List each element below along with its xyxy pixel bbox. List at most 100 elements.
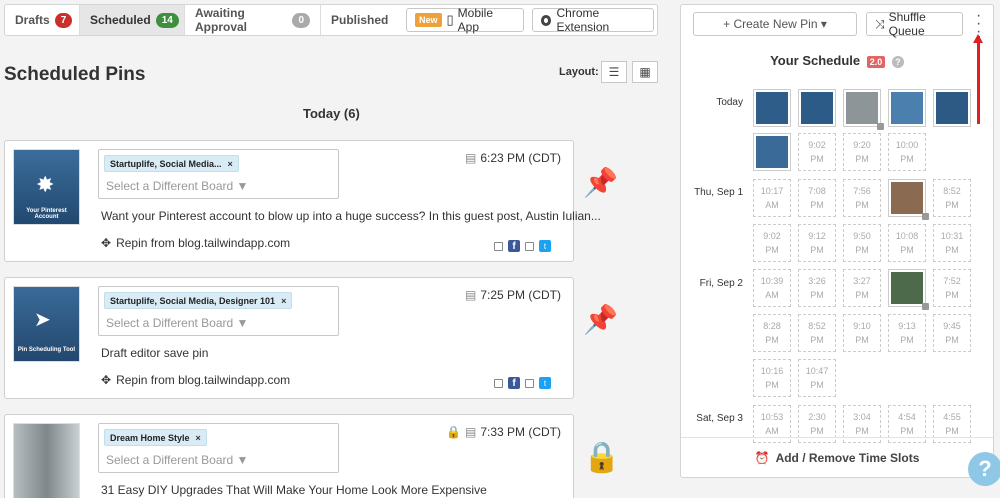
time-slot[interactable]: 10:00 PM bbox=[888, 133, 926, 171]
time-slot[interactable]: 3:26 PM bbox=[798, 269, 836, 307]
list-icon: ☰ bbox=[608, 65, 620, 79]
page-title: Scheduled Pins bbox=[4, 64, 146, 85]
schedule-title: Your Schedule 2.0 ? bbox=[681, 53, 993, 68]
time-slot[interactable]: 8:28 PM bbox=[753, 314, 791, 352]
chrome-icon bbox=[541, 14, 552, 26]
new-badge: New bbox=[415, 13, 442, 27]
time-slot[interactable]: 8:52 PM bbox=[933, 179, 971, 217]
pin-description[interactable]: 31 Easy DIY Upgrades That Will Make Your… bbox=[101, 483, 487, 497]
remove-board-icon[interactable]: × bbox=[196, 433, 201, 443]
time-slot[interactable]: 9:13 PM bbox=[888, 314, 926, 352]
remove-board-icon[interactable]: × bbox=[281, 296, 286, 306]
pin-time[interactable]: 🔒 ▤ 7:33 PM (CDT) bbox=[446, 425, 561, 439]
count-badge: 7 bbox=[54, 12, 73, 28]
facebook-icon: f bbox=[508, 377, 520, 389]
lock-icon: 🔒 bbox=[446, 425, 461, 439]
board-selector[interactable]: Dream Home Style × Select a Different Bo… bbox=[98, 423, 339, 473]
time-slot[interactable]: 9:50 PM bbox=[843, 224, 881, 262]
create-new-pin-button[interactable]: + Create New Pin ▾ bbox=[693, 12, 857, 36]
pin-time-value: 6:23 PM (CDT) bbox=[480, 151, 561, 165]
twitter-share-checkbox[interactable] bbox=[525, 241, 534, 251]
pin-description[interactable]: Draft editor save pin bbox=[101, 346, 208, 360]
pushpin-icon: ✥ bbox=[101, 236, 112, 250]
time-slot[interactable]: 9:12 PM bbox=[798, 224, 836, 262]
pin-time[interactable]: ▤ 6:23 PM (CDT) bbox=[465, 151, 561, 165]
twitter-share-checkbox[interactable] bbox=[525, 378, 534, 388]
facebook-share-checkbox[interactable] bbox=[494, 378, 503, 388]
tab-awaiting-approval[interactable]: Awaiting Approval 0 bbox=[185, 5, 321, 35]
pin-time-value: 7:33 PM (CDT) bbox=[480, 425, 561, 439]
lock-icon[interactable]: 🔒 bbox=[583, 440, 620, 475]
board-chip: Startuplife, Social Media, Designer 101 … bbox=[104, 292, 293, 309]
calendar-icon: ▤ bbox=[464, 425, 477, 439]
tab-label: Published bbox=[331, 13, 389, 27]
time-slot[interactable]: 10:08 PM bbox=[888, 224, 926, 262]
alarm-clock-icon: ⏰ bbox=[754, 450, 770, 465]
scheduled-pin-thumb[interactable] bbox=[888, 179, 929, 220]
tab-scheduled[interactable]: Scheduled 14 bbox=[80, 5, 185, 35]
board-placeholder: Select a Different Board ▼ bbox=[106, 316, 249, 330]
tab-drafts[interactable]: Drafts 7 bbox=[5, 5, 80, 35]
scheduled-pin-thumb[interactable] bbox=[843, 89, 884, 130]
day-label-today: Today bbox=[716, 97, 743, 108]
help-icon[interactable]: ? bbox=[891, 56, 904, 68]
tab-published[interactable]: Published bbox=[321, 5, 396, 35]
time-slot[interactable]: 9:20 PM bbox=[843, 133, 881, 171]
repin-label: Repin from blog.tailwindapp.com bbox=[116, 236, 291, 250]
scheduled-pin-thumb[interactable] bbox=[798, 89, 836, 127]
time-slot[interactable]: 10:16 PM bbox=[753, 359, 791, 397]
scheduled-pin-thumb[interactable] bbox=[753, 89, 791, 127]
time-slot[interactable]: 9:10 PM bbox=[843, 314, 881, 352]
time-slot[interactable]: 7:08 PM bbox=[798, 179, 836, 217]
layout-label: Layout: bbox=[559, 66, 599, 78]
pin-thumbnail[interactable]: ➤ Pin Scheduling Tool bbox=[13, 286, 80, 362]
time-slot[interactable]: 9:02 PM bbox=[753, 224, 791, 262]
board-placeholder: Select a Different Board ▼ bbox=[106, 453, 249, 467]
chrome-extension-button[interactable]: Chrome Extension bbox=[532, 6, 654, 34]
grid-layout-button[interactable]: ▦ bbox=[632, 61, 658, 83]
board-selector[interactable]: Startuplife, Social Media, Designer 101 … bbox=[98, 286, 339, 336]
help-chat-button[interactable]: ? bbox=[968, 452, 1000, 486]
drag-pin-icon[interactable]: 📌 bbox=[583, 166, 618, 199]
phone-icon: ▯ bbox=[446, 12, 454, 27]
lock-icon bbox=[922, 303, 929, 310]
scheduled-pin-thumb[interactable] bbox=[933, 89, 971, 127]
mobile-app-button[interactable]: New ▯ Mobile App bbox=[406, 6, 524, 34]
megaphone-icon: ➤ bbox=[34, 309, 51, 331]
time-slot[interactable]: 7:56 PM bbox=[843, 179, 881, 217]
time-slot[interactable]: 10:47 PM bbox=[798, 359, 836, 397]
calendar-icon: ▤ bbox=[464, 288, 477, 302]
pin-thumbnail[interactable] bbox=[13, 423, 80, 498]
facebook-share-checkbox[interactable] bbox=[494, 241, 503, 251]
scheduled-pin-thumb[interactable] bbox=[888, 89, 926, 127]
board-placeholder: Select a Different Board ▼ bbox=[106, 179, 249, 193]
time-slot[interactable]: 9:45 PM bbox=[933, 314, 971, 352]
time-slot[interactable]: 7:52 PM bbox=[933, 269, 971, 307]
pin-description[interactable]: Want your Pinterest account to blow up i… bbox=[101, 209, 601, 223]
count-badge: 0 bbox=[292, 12, 310, 28]
remove-board-icon[interactable]: × bbox=[228, 159, 233, 169]
time-slot[interactable]: 8:52 PM bbox=[798, 314, 836, 352]
scheduled-pin-thumb[interactable] bbox=[753, 133, 791, 171]
add-remove-time-slots-label: Add / Remove Time Slots bbox=[775, 450, 920, 465]
time-slot[interactable]: 10:31 PM bbox=[933, 224, 971, 262]
time-slot[interactable]: 10:17 AM bbox=[753, 179, 791, 217]
scheduled-pin-thumb[interactable] bbox=[888, 269, 929, 310]
day-label-fri: Fri, Sep 2 bbox=[699, 278, 743, 289]
pin-card: Dream Home Style × Select a Different Bo… bbox=[4, 414, 574, 498]
more-options-icon[interactable]: · · · bbox=[976, 8, 981, 40]
shuffle-queue-button[interactable]: ⤨ Shuffle Queue bbox=[866, 10, 963, 38]
pin-thumbnail[interactable]: ✸ Your Pinterest Account bbox=[13, 149, 80, 225]
pin-time[interactable]: ▤ 7:25 PM (CDT) bbox=[465, 288, 561, 302]
list-layout-button[interactable]: ☰ bbox=[601, 61, 627, 83]
board-selector[interactable]: Startuplife, Social Media... × Select a … bbox=[98, 149, 339, 199]
repin-source: ✥ Repin from blog.tailwindapp.com bbox=[101, 236, 290, 250]
time-slot[interactable]: 10:39 AM bbox=[753, 269, 791, 307]
drag-pin-icon[interactable]: 📌 bbox=[583, 303, 618, 336]
chrome-extension-label: Chrome Extension bbox=[556, 6, 610, 34]
add-remove-time-slots-button[interactable]: ⏰ Add / Remove Time Slots bbox=[681, 437, 993, 477]
thumbnail-caption: Pin Scheduling Tool bbox=[17, 347, 76, 353]
time-slot[interactable]: 3:27 PM bbox=[843, 269, 881, 307]
time-slot[interactable]: 9:02 PM bbox=[798, 133, 836, 171]
tab-label: Awaiting Approval bbox=[195, 6, 248, 34]
